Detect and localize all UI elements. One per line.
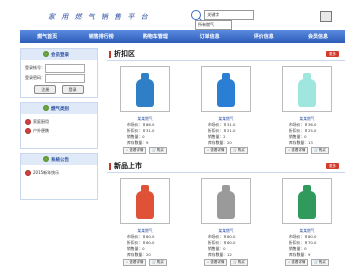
user-icon bbox=[43, 51, 49, 57]
product-image[interactable] bbox=[201, 66, 251, 112]
buy-button[interactable]: 🛒购买 bbox=[149, 259, 167, 266]
view-details-button[interactable]: ⌕ 查看详情 bbox=[285, 147, 309, 154]
stock-count: 库存数量：13 bbox=[289, 140, 313, 145]
nav-ranking[interactable]: 销售排行榜 bbox=[74, 33, 128, 40]
product-card: 某某燃气 市场价：￥31.0 折扣价：￥21.0 销售量：2 库存数量：20 ⌕ 查看详情… bbox=[196, 66, 256, 154]
product-image[interactable] bbox=[120, 178, 170, 224]
cylinder-shape bbox=[136, 191, 154, 219]
discount-title: 折扣区 bbox=[114, 50, 135, 58]
more-button[interactable]: 更多 bbox=[326, 163, 339, 169]
discount-grid: 某某燃气 市场价：￥86.0 折扣价：￥31.0 销售量：0 库存数量：9 ⌕ 查看详情 🛒… bbox=[107, 61, 345, 154]
register-button[interactable]: 注册 bbox=[34, 85, 57, 94]
stock-count: 库存数量：9 bbox=[289, 252, 311, 257]
stock-count: 库存数量：12 bbox=[208, 252, 232, 257]
bullet-icon bbox=[25, 170, 31, 176]
site-title: 家 用 燃 气 销 售 平 台 bbox=[48, 13, 150, 21]
buy-button[interactable]: 🛒购买 bbox=[149, 147, 167, 154]
new-header: 新品上市 更多 bbox=[107, 160, 345, 173]
product-image[interactable] bbox=[120, 66, 170, 112]
search-icon bbox=[191, 10, 201, 20]
notice-icon bbox=[43, 156, 49, 162]
magnifier-icon: ⌕ bbox=[207, 148, 210, 152]
search-input[interactable]: 关键字 bbox=[204, 10, 255, 20]
password-label: 登录密码： bbox=[25, 75, 45, 80]
nav-home[interactable]: 燃气首页 bbox=[20, 33, 74, 40]
category-panel: 燃气类别 家庭厨用 户外便携 bbox=[20, 102, 98, 149]
product-card: 某某燃气 市场价：￥80.0 折扣价：￥70.0 销售量：0 库存数量：9 ⌕ 查看详情 🛒… bbox=[277, 178, 337, 266]
nav-cart[interactable]: 购物车管理 bbox=[128, 33, 182, 40]
category-item[interactable]: 家庭厨用 bbox=[25, 117, 93, 126]
buy-button[interactable]: 🛒购买 bbox=[230, 259, 248, 266]
magnifier-icon: ⌕ bbox=[288, 148, 291, 152]
product-card: 某某燃气 市场价：￥86.0 折扣价：￥31.0 销售量：0 库存数量：9 ⌕ 查看详情 🛒… bbox=[115, 66, 175, 154]
product-image[interactable] bbox=[282, 66, 332, 112]
more-button[interactable]: 更多 bbox=[326, 51, 339, 57]
product-card: 某某燃气 市场价：￥36.0 折扣价：￥25.0 销售量：0 库存数量：13 ⌕ 查看详情… bbox=[277, 66, 337, 154]
new-title: 新品上市 bbox=[114, 162, 142, 170]
product-image[interactable] bbox=[201, 178, 251, 224]
notice-item[interactable]: 2015新年快乐 bbox=[25, 168, 93, 177]
nav-orders[interactable]: 订单信息 bbox=[183, 33, 237, 40]
view-details-button[interactable]: ⌕ 查看详情 bbox=[285, 259, 309, 266]
magnifier-icon: ⌕ bbox=[126, 260, 129, 264]
stock-count: 库存数量：9 bbox=[127, 140, 149, 145]
cylinder-shape bbox=[217, 191, 235, 219]
sidebar: 会员登录 登录帐号： 登录密码： 注册 登录 燃气类别 家庭厨用 户外便携 系统… bbox=[20, 48, 98, 204]
view-details-button[interactable]: ⌕ 查看详情 bbox=[204, 147, 228, 154]
discount-header: 折扣区 更多 bbox=[107, 48, 345, 61]
category-title: 燃气类别 bbox=[51, 107, 69, 112]
cylinder-shape bbox=[217, 79, 235, 107]
main-content: 折扣区 更多 某某燃气 市场价：￥86.0 折扣价：￥31.0 销售量：0 库存数量：9… bbox=[107, 48, 345, 266]
nav-reviews[interactable]: 评价信息 bbox=[237, 33, 291, 40]
notice-title: 系统公告 bbox=[51, 158, 69, 163]
cylinder-shape bbox=[136, 79, 154, 107]
cylinder-shape bbox=[298, 79, 316, 107]
cylinder-shape bbox=[298, 191, 316, 219]
username-input[interactable] bbox=[45, 63, 85, 73]
new-grid: 某某燃气 市场价：￥80.0 折扣价：￥60.0 销售量：0 库存数量：20 ⌕ 查看详情… bbox=[107, 173, 345, 266]
magnifier-icon: ⌕ bbox=[207, 260, 210, 264]
stock-count: 库存数量：20 bbox=[208, 140, 232, 145]
product-card: 某某燃气 市场价：￥80.0 折扣价：￥60.0 销售量：0 库存数量：12 ⌕ 查看详情… bbox=[196, 178, 256, 266]
magnifier-icon: ⌕ bbox=[126, 148, 129, 152]
bullet-icon bbox=[25, 128, 31, 134]
password-input[interactable] bbox=[45, 73, 85, 83]
view-details-button[interactable]: ⌕ 查看详情 bbox=[204, 259, 228, 266]
category-icon bbox=[43, 105, 49, 111]
magnifier-icon: ⌕ bbox=[288, 260, 291, 264]
search-bar: 关键字 所有燃气 bbox=[191, 10, 281, 30]
buy-button[interactable]: 🛒购买 bbox=[311, 147, 329, 154]
buy-button[interactable]: 🛒购买 bbox=[230, 147, 248, 154]
search-button[interactable] bbox=[320, 11, 332, 22]
login-panel: 会员登录 登录帐号： 登录密码： 注册 登录 bbox=[20, 48, 98, 98]
login-title: 会员登录 bbox=[51, 53, 69, 58]
view-details-button[interactable]: ⌕ 查看详情 bbox=[123, 259, 147, 266]
stock-count: 库存数量：20 bbox=[127, 252, 151, 257]
category-select[interactable]: 所有燃气 bbox=[195, 20, 232, 30]
product-card: 某某燃气 市场价：￥80.0 折扣价：￥60.0 销售量：0 库存数量：20 ⌕ 查看详情… bbox=[115, 178, 175, 266]
username-label: 登录帐号： bbox=[25, 65, 45, 70]
product-image[interactable] bbox=[282, 178, 332, 224]
nav-member[interactable]: 会员信息 bbox=[291, 33, 345, 40]
notice-panel: 系统公告 2015新年快乐 bbox=[20, 153, 98, 200]
main-nav: 燃气首页 销售排行榜 购物车管理 订单信息 评价信息 会员信息 bbox=[20, 30, 345, 43]
buy-button[interactable]: 🛒购买 bbox=[311, 259, 329, 266]
bullet-icon bbox=[25, 119, 31, 125]
category-item[interactable]: 户外便携 bbox=[25, 126, 93, 135]
view-details-button[interactable]: ⌕ 查看详情 bbox=[123, 147, 147, 154]
login-button[interactable]: 登录 bbox=[61, 85, 84, 94]
